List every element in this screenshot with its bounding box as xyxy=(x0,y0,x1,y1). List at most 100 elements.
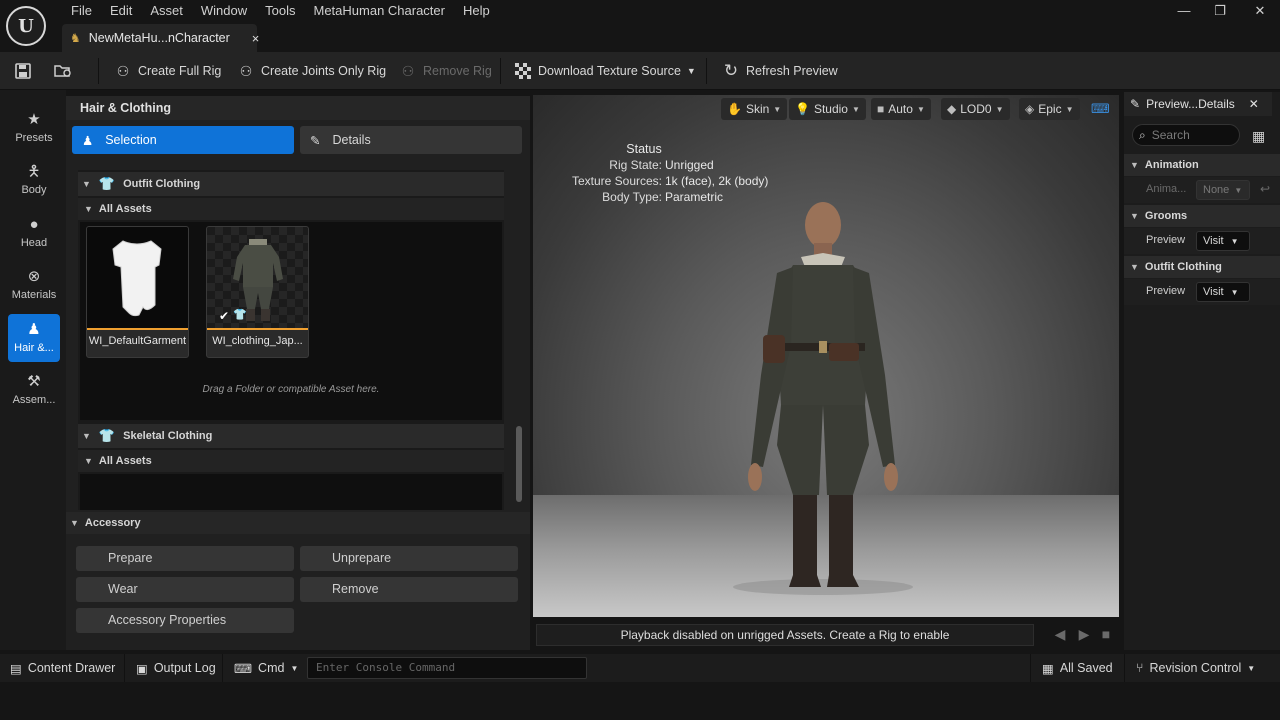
all-saved-button[interactable]: ▦ All Saved xyxy=(1042,654,1113,682)
grid-view-icon[interactable]: ▦ xyxy=(1252,128,1265,145)
menu-window[interactable]: Window xyxy=(192,3,256,19)
menu-tools[interactable]: Tools xyxy=(256,3,304,19)
category-presets[interactable]: ★ Presets xyxy=(8,104,60,152)
lod-dropdown[interactable]: ◆ LOD0 ▼ xyxy=(941,98,1010,120)
character-viewport[interactable]: ✋ Skin ▼ 💡 Studio ▼ ■ Auto ▼ ◆ LOD0 ▼ ◈ … xyxy=(533,95,1119,617)
play-backward-icon[interactable]: ◀ xyxy=(1052,626,1068,642)
refresh-preview-button[interactable]: ↻ Refresh Preview xyxy=(722,52,838,90)
category-body[interactable]: 🯅 Body xyxy=(8,156,60,204)
outfit-all-assets-header[interactable]: ▼ All Assets xyxy=(78,198,504,220)
wear-button[interactable]: Wear xyxy=(76,577,294,602)
asset-type-bar xyxy=(207,328,308,330)
studio-dropdown[interactable]: 💡 Studio ▼ xyxy=(789,98,866,120)
accessory-properties-button[interactable]: Accessory Properties xyxy=(76,608,294,633)
prepare-button[interactable]: Prepare xyxy=(76,546,294,571)
details-search-input[interactable]: ⌕ Search xyxy=(1132,124,1240,146)
status-title: Status xyxy=(626,142,662,156)
animation-label: Anima... xyxy=(1146,183,1187,195)
skin-dropdown[interactable]: ✋ Skin ▼ xyxy=(721,98,788,120)
browse-asset-button[interactable] xyxy=(54,52,72,90)
stop-icon[interactable]: ■ xyxy=(1098,626,1114,642)
asset-label: WI_DefaultGarment xyxy=(88,335,187,347)
document-tab[interactable]: ♞ NewMetaHu...nCharacter × xyxy=(62,24,260,52)
create-full-rig-button[interactable]: ⚇ Create Full Rig xyxy=(114,52,222,90)
restore-button[interactable]: ❐ xyxy=(1202,2,1238,20)
caret-down-icon: ▼ xyxy=(84,456,93,466)
content-drawer-button[interactable]: ▤ Content Drawer xyxy=(10,654,115,682)
close-panel-icon[interactable]: ✕ xyxy=(1249,97,1259,111)
minimize-button[interactable]: — xyxy=(1166,2,1202,20)
hair-clothing-icon: ♟ xyxy=(27,321,41,338)
auto-label: Auto xyxy=(888,102,913,116)
hair-clothing-panel: Hair & Clothing ♟ Selection ✎ Details ▼ … xyxy=(66,96,530,650)
rig-state-value: Unrigged xyxy=(665,158,714,172)
unprepare-button[interactable]: Unprepare xyxy=(300,546,518,571)
skeletal-all-assets-header[interactable]: ▼ All Assets xyxy=(78,450,504,472)
toolbar-separator xyxy=(500,58,501,84)
main-menu: File Edit Asset Window Tools MetaHuman C… xyxy=(62,3,499,19)
category-head[interactable]: ● Head xyxy=(8,209,60,257)
outfit-preview-combo[interactable]: Visit ▼ xyxy=(1196,282,1250,302)
remove-rig-button[interactable]: ⚇ Remove Rig xyxy=(399,52,492,90)
tab-details-label: Details xyxy=(332,133,371,147)
chevron-down-icon: ▼ xyxy=(773,104,782,114)
grooms-category[interactable]: ▼ Grooms xyxy=(1124,205,1280,227)
quality-dropdown[interactable]: ◈ Epic ▼ xyxy=(1019,98,1080,120)
menu-asset[interactable]: Asset xyxy=(141,3,192,19)
toolbar: ⚇ Create Full Rig ⚇ Create Joints Only R… xyxy=(0,52,1280,90)
all-saved-label: All Saved xyxy=(1059,661,1113,675)
create-joints-only-rig-button[interactable]: ⚇ Create Joints Only Rig xyxy=(237,52,386,90)
revision-control-dropdown[interactable]: ⑂ Revision Control ▼ xyxy=(1136,654,1255,682)
refresh-icon: ↻ xyxy=(723,61,739,80)
category-materials[interactable]: ⊗ Materials xyxy=(8,261,60,309)
tab-selection[interactable]: ♟ Selection xyxy=(72,126,294,154)
preview-details-panel: ✎ Preview...Details ✕ ⌕ Search ▦ ▼ Anima… xyxy=(1124,92,1280,650)
unreal-logo[interactable]: U xyxy=(6,6,46,46)
grooms-preview-combo[interactable]: Visit ▼ xyxy=(1196,231,1250,251)
cmd-dropdown[interactable]: ⌨ Cmd ▼ xyxy=(234,654,298,682)
accessory-header[interactable]: ▼ Accessory xyxy=(66,512,530,534)
download-texture-source-dropdown[interactable]: Download Texture Source ▼ xyxy=(514,52,696,90)
light-bulb-icon: 💡 xyxy=(795,102,810,116)
pencil-icon: ✎ xyxy=(310,133,321,148)
outfit-clothing-label: Outfit Clothing xyxy=(123,178,201,190)
refresh-preview-label: Refresh Preview xyxy=(746,64,838,78)
menu-file[interactable]: File xyxy=(62,3,101,19)
reset-icon[interactable]: ↩ xyxy=(1260,182,1270,196)
save-button[interactable] xyxy=(14,52,32,90)
close-tab-icon[interactable]: × xyxy=(252,31,260,46)
outfit-clothing-icon: 👕 xyxy=(98,176,116,191)
menu-edit[interactable]: Edit xyxy=(101,3,141,19)
outfit-clothing-header[interactable]: ▼ 👕 Outfit Clothing xyxy=(78,172,504,196)
asset-tile-default-garment[interactable]: WI_DefaultGarment xyxy=(86,226,189,358)
caret-down-icon: ▼ xyxy=(84,204,93,214)
scrollbar-thumb[interactable] xyxy=(516,426,522,502)
output-log-button[interactable]: ▣ Output Log xyxy=(136,654,216,682)
menu-help[interactable]: Help xyxy=(454,3,499,19)
clothing-list[interactable]: ▼ 👕 Outfit Clothing ▼ All Assets WI_Defa… xyxy=(78,170,504,510)
caret-down-icon: ▼ xyxy=(82,431,91,441)
play-forward-icon[interactable]: ▶ xyxy=(1076,626,1092,642)
outfit-clothing-category[interactable]: ▼ Outfit Clothing xyxy=(1124,256,1280,278)
all-assets-label: All Assets xyxy=(98,203,152,215)
output-log-label: Output Log xyxy=(153,661,216,675)
category-assembly[interactable]: ⚒ Assem... xyxy=(8,366,60,414)
remove-button[interactable]: Remove xyxy=(300,577,518,602)
menu-metahuman-character[interactable]: MetaHuman Character xyxy=(304,3,454,19)
preview-details-tab[interactable]: ✎ Preview...Details ✕ xyxy=(1124,92,1272,116)
console-command-input[interactable]: Enter Console Command xyxy=(307,657,587,679)
character-model xyxy=(733,202,913,595)
remove-rig-icon: ⚇ xyxy=(401,62,415,79)
caret-down-icon: ▼ xyxy=(1130,262,1139,272)
camera-auto-dropdown[interactable]: ■ Auto ▼ xyxy=(871,98,931,120)
close-window-button[interactable]: ✕ xyxy=(1242,2,1278,20)
keyboard-icon[interactable]: ⌨ xyxy=(1091,101,1110,117)
animation-combo[interactable]: None ▼ xyxy=(1196,180,1250,200)
category-hair-clothing[interactable]: ♟ Hair &... xyxy=(8,314,60,362)
chevron-down-icon: ▼ xyxy=(851,104,860,114)
grooms-row: Preview Visit ▼ xyxy=(1124,228,1280,254)
asset-tile-clothing-jap[interactable]: ✔ 👕 WI_clothing_Jap... xyxy=(206,226,309,358)
skeletal-clothing-header[interactable]: ▼ 👕 Skeletal Clothing xyxy=(78,424,504,448)
animation-category[interactable]: ▼ Animation xyxy=(1124,154,1280,176)
tab-details[interactable]: ✎ Details xyxy=(300,126,522,154)
